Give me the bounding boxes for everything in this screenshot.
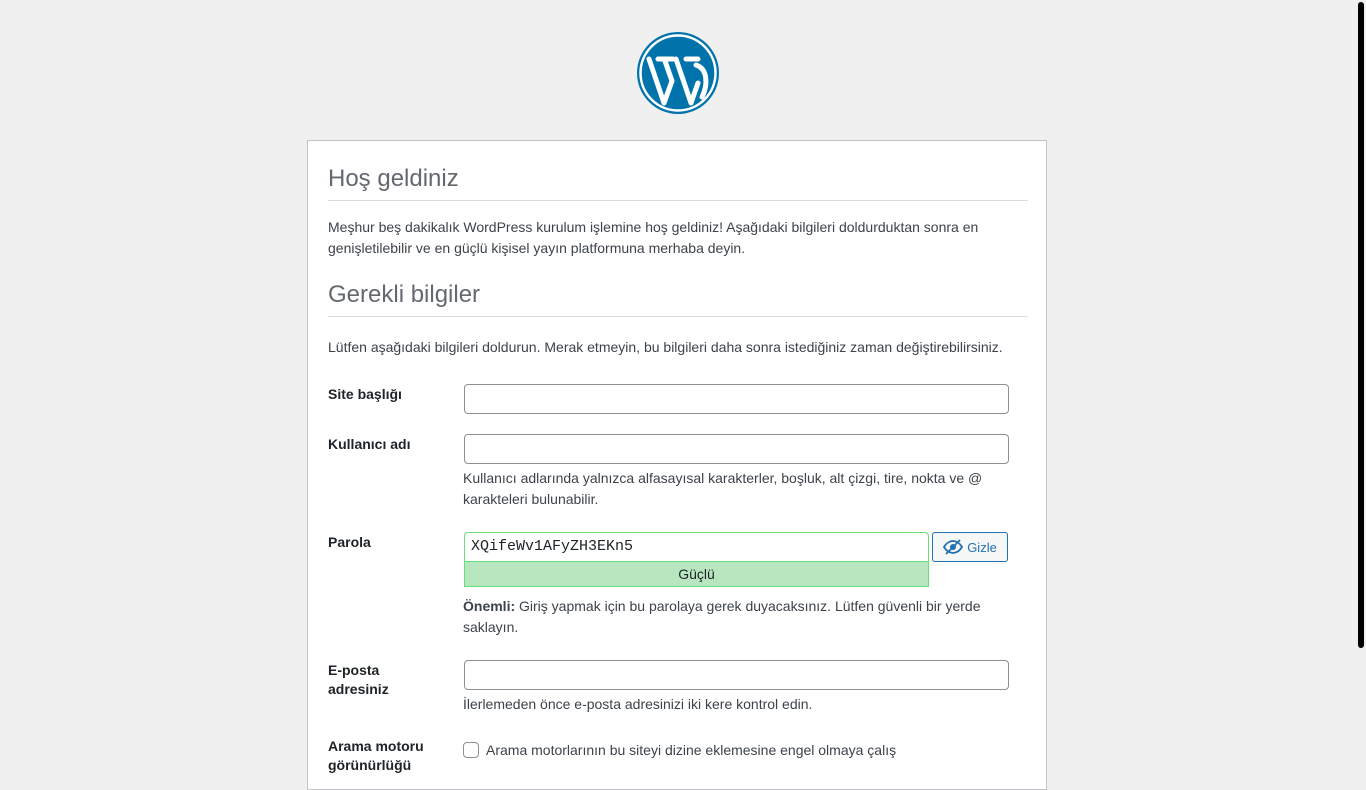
setup-card: Hoş geldiniz Meşhur beş dakikalık WordPr…: [307, 140, 1047, 790]
password-label: Parola: [328, 534, 371, 550]
email-input[interactable]: [464, 660, 1009, 690]
password-note: Önemli: Giriş yapmak için bu parolaya ge…: [463, 596, 1023, 638]
search-engine-checkbox[interactable]: [463, 742, 479, 758]
username-input[interactable]: [464, 434, 1009, 464]
hide-password-label: Gizle: [967, 539, 997, 555]
wordpress-logo-icon[interactable]: [636, 31, 720, 115]
site-title-input[interactable]: [464, 384, 1009, 414]
search-engine-checkbox-label[interactable]: Arama motorlarının bu siteyi dizine ekle…: [486, 741, 896, 760]
required-text: Lütfen aşağıdaki bilgileri doldurun. Mer…: [328, 339, 1003, 355]
eye-slash-icon: [943, 539, 964, 555]
email-label: E-posta adresiniz: [328, 662, 389, 697]
welcome-text: Meşhur beş dakikalık WordPress kurulum i…: [328, 219, 979, 256]
password-note-text: Giriş yapmak için bu parolaya gerek duya…: [463, 598, 981, 635]
password-input[interactable]: XQifeWv1AFyZH3EKn5: [464, 532, 929, 561]
search-engine-label: Arama motoru görünürlüğü: [328, 738, 424, 773]
username-help: Kullanıcı adlarında yalnızca alfasayısal…: [463, 470, 983, 507]
password-strength-meter: Güçlü: [464, 561, 929, 587]
scrollbar-thumb[interactable]: [1358, 2, 1364, 648]
email-help: İlerlemeden önce e-posta adresinizi iki …: [463, 696, 813, 712]
username-label: Kullanıcı adı: [328, 436, 411, 452]
welcome-title: Hoş geldiniz: [328, 165, 1028, 201]
required-title: Gerekli bilgiler: [328, 281, 1028, 317]
password-note-bold: Önemli:: [463, 598, 516, 614]
site-title-label: Site başlığı: [328, 386, 402, 402]
hide-password-button[interactable]: Gizle: [932, 532, 1008, 562]
